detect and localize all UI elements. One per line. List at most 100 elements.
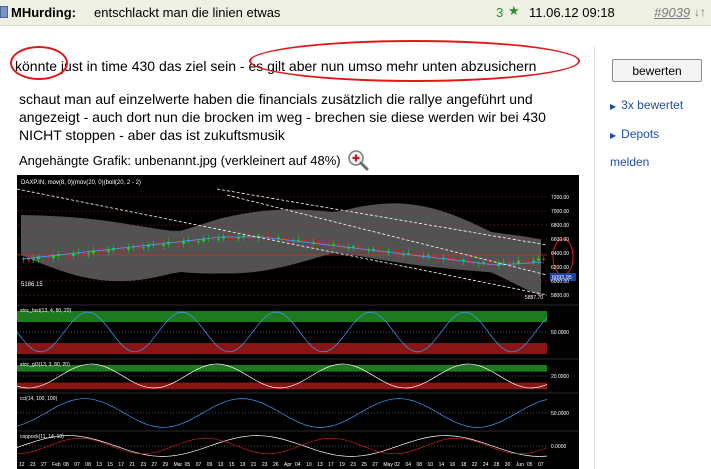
price-level-label: 7000.00: [551, 209, 569, 215]
x-axis-label: 30: [505, 462, 511, 468]
indicator-title: cci(14, 100, 100): [20, 396, 58, 402]
x-axis-label: 12: [19, 462, 25, 468]
post-icon: [0, 6, 8, 18]
x-axis-label: 10: [306, 462, 312, 468]
post-paragraph: schaut man auf einzelwerte haben die fin…: [19, 91, 546, 143]
x-axis-label: Jun: [516, 462, 524, 468]
rated-link[interactable]: ▶ 3x bewertet: [610, 98, 683, 112]
candle-body: [32, 258, 35, 261]
action-sidebar: bewerten ▶ 3x bewertet ▶ Depots melden: [594, 46, 711, 469]
x-axis-label: 04: [406, 462, 412, 468]
x-axis-label: 28: [494, 462, 500, 468]
x-axis-label: 07: [538, 462, 544, 468]
candle-body: [52, 256, 55, 259]
candle-body: [87, 253, 90, 255]
x-axis-label: 27: [372, 462, 378, 468]
depots-link[interactable]: ▶ Depots: [610, 127, 659, 141]
candle-body: [527, 261, 530, 263]
indicator-title: stoc_gl3(13, 3, 80, 20): [20, 362, 70, 368]
depots-link-label: Depots: [621, 127, 660, 141]
x-axis-label: 05: [527, 462, 533, 468]
navigation-arrows[interactable]: ↓↑: [694, 5, 706, 19]
post-header: MHurding: entschlackt man die linien etw…: [0, 0, 711, 26]
star-icon: ★: [508, 3, 520, 18]
x-axis-label: 22: [472, 462, 478, 468]
candle-body: [107, 250, 110, 253]
x-axis-label: 23: [350, 462, 356, 468]
x-axis-label: 23: [141, 462, 147, 468]
x-axis-label: 17: [118, 462, 124, 468]
candle-body: [482, 261, 485, 263]
price-level-label: 7200.00: [551, 195, 569, 201]
attached-chart-image[interactable]: DAXP.IN, mov(8, 0)(mov(20, 0)(boll(20, 2…: [17, 175, 579, 469]
candle-body: [447, 257, 450, 259]
x-axis-label: 08: [63, 462, 69, 468]
x-axis-label: 15: [229, 462, 235, 468]
candle-body: [407, 252, 410, 255]
rating-count: 3: [496, 5, 504, 20]
x-axis-label: 23: [262, 462, 268, 468]
report-link[interactable]: melden: [610, 155, 649, 169]
indicator-title: coppock(11, 14, 10): [20, 434, 64, 440]
x-axis-label: May: [383, 462, 393, 468]
x-axis-label: Apr: [284, 462, 292, 468]
post-datetime: 11.06.12 09:18: [529, 5, 615, 20]
indicator-level-label: 50.0000: [551, 411, 569, 417]
x-axis-label: 09: [207, 462, 213, 468]
x-axis-label: 23: [30, 462, 36, 468]
x-axis-label: 21: [129, 462, 135, 468]
x-axis-label: 16: [450, 462, 456, 468]
candle-body: [297, 239, 300, 241]
author-name[interactable]: MHurding:: [11, 5, 76, 20]
candle-body: [427, 255, 430, 257]
candle-body: [162, 244, 165, 246]
chart-left-label: 5186.15: [21, 282, 43, 288]
candle-body: [392, 250, 395, 252]
candle-body: [517, 260, 520, 264]
x-axis-label: 26: [273, 462, 279, 468]
chart-low-label: 5887.70: [525, 295, 543, 301]
candle-body: [352, 246, 355, 248]
zoom-icon[interactable]: [347, 149, 369, 171]
candle-body: [67, 255, 70, 257]
indicator-level-label: 20.0000: [551, 374, 569, 380]
x-axis-label: 05: [185, 462, 191, 468]
triangle-right-icon: ▶: [610, 102, 617, 111]
candle-body: [197, 241, 200, 243]
candle-body: [182, 241, 185, 244]
price-level-label: 5800.00: [551, 293, 569, 299]
post-number-link[interactable]: #9039: [654, 5, 690, 20]
candle-body: [282, 237, 285, 239]
x-axis-label: 21: [251, 462, 257, 468]
x-axis-label: 24: [483, 462, 489, 468]
report-link-label: melden: [610, 155, 650, 169]
candle-body: [467, 259, 470, 262]
x-axis-label: 02: [394, 462, 400, 468]
rate-button[interactable]: bewerten: [612, 59, 702, 82]
annotation-circle-1: [10, 46, 68, 80]
candle-body: [232, 237, 235, 239]
x-axis-label: 13: [96, 462, 102, 468]
candle-body: [532, 260, 535, 263]
triangle-right-icon: ▶: [610, 131, 617, 140]
candle-body: [122, 249, 125, 251]
chart-title: DAXP.IN, mov(8, 0)(mov(20, 0)(boll(20, 2…: [21, 180, 141, 186]
candle-body: [47, 256, 50, 259]
candle-body: [542, 258, 545, 260]
candle-body: [537, 258, 540, 261]
candle-body: [252, 237, 255, 239]
candle-body: [102, 250, 105, 253]
x-axis-label: 13: [317, 462, 323, 468]
x-axis-label: 29: [163, 462, 169, 468]
x-axis-label: 08: [417, 462, 423, 468]
candle-body: [337, 244, 340, 246]
x-axis-label: Mar: [174, 462, 183, 468]
indicator-title: stoc_fast(13, 4, 80, 20): [20, 308, 71, 314]
x-axis-label: 15: [107, 462, 113, 468]
x-axis-label: 25: [361, 462, 367, 468]
x-axis-label: 27: [41, 462, 47, 468]
x-axis-label: 18: [461, 462, 467, 468]
candle-body: [502, 262, 505, 264]
post-subject: entschlackt man die linien etwas: [94, 5, 281, 20]
indicator-level-label: 50.0000: [551, 330, 569, 336]
